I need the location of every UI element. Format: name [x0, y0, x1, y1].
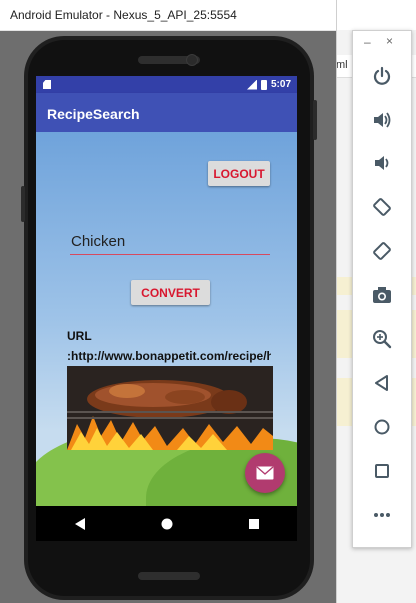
overview-button[interactable] [367, 456, 397, 486]
recipe-search-input[interactable]: Chicken [70, 230, 270, 255]
toolbar-header: – × [353, 34, 411, 51]
zoom-button[interactable] [367, 324, 397, 354]
zoom-icon [373, 330, 392, 349]
side-button [21, 186, 25, 222]
volume-up-icon [374, 112, 391, 128]
background-tab-label: ml [336, 59, 348, 71]
recipe-search-value: Chicken [71, 233, 126, 250]
rotate-right-icon [373, 242, 391, 260]
logout-button[interactable]: LOGOUT [208, 161, 270, 186]
back-nav-icon[interactable] [74, 517, 86, 530]
power-icon [373, 66, 391, 85]
more-icon [374, 513, 390, 517]
screenshot-button[interactable] [367, 280, 397, 310]
emulator-window: Android Emulator - Nexus_5_API_25:5554 4… [0, 0, 337, 603]
status-time: 5:07 [270, 79, 291, 90]
convert-button[interactable]: CONVERT [131, 280, 210, 305]
home-icon [374, 419, 390, 435]
device-screen: 4G 5:07 RecipeSearch LOGOUT Chicken CONV… [36, 76, 297, 541]
recipe-url-text: URL :http://www.bonappetit.com/recipe/he… [67, 329, 271, 363]
volume-down-button[interactable] [367, 148, 397, 178]
status-bar: 4G 5:07 [36, 76, 297, 93]
main-content: LOGOUT Chicken CONVERT URL :http://www.b… [36, 132, 297, 506]
signal-label: 4G [242, 76, 251, 83]
app-bar: RecipeSearch [36, 93, 297, 132]
volume-down-icon [375, 156, 389, 170]
email-fab[interactable] [245, 453, 285, 493]
rotate-left-icon [373, 198, 391, 216]
battery-icon [260, 79, 267, 90]
close-button[interactable]: × [386, 34, 393, 48]
more-button[interactable] [367, 500, 397, 530]
navigation-bar [36, 506, 297, 541]
email-icon [256, 466, 274, 480]
app-title: RecipeSearch [47, 106, 140, 122]
power-side-button [313, 100, 317, 140]
status-icons: 4G 5:07 [246, 79, 291, 90]
back-icon [375, 375, 388, 391]
front-camera [186, 54, 198, 66]
camera-icon [373, 287, 391, 303]
power-button[interactable] [367, 61, 397, 91]
home-button[interactable] [367, 412, 397, 442]
bottom-speaker [138, 572, 200, 580]
sd-card-icon [43, 80, 51, 89]
minimize-button[interactable]: – [364, 35, 371, 49]
emulator-titlebar: Android Emulator - Nexus_5_API_25:5554 [0, 0, 336, 31]
signal-icon: 4G [246, 79, 257, 90]
volume-up-button[interactable] [367, 105, 397, 135]
home-nav-icon[interactable] [161, 518, 173, 530]
rotate-left-button[interactable] [367, 192, 397, 222]
emulator-title: Android Emulator - Nexus_5_API_25:5554 [10, 8, 237, 22]
recents-nav-icon[interactable] [248, 518, 260, 530]
back-button[interactable] [367, 368, 397, 398]
overview-icon [375, 464, 389, 478]
recipe-image [67, 366, 273, 450]
emulator-toolbar: – × [352, 30, 412, 548]
grilled-chicken-image [67, 366, 273, 450]
rotate-right-button[interactable] [367, 236, 397, 266]
